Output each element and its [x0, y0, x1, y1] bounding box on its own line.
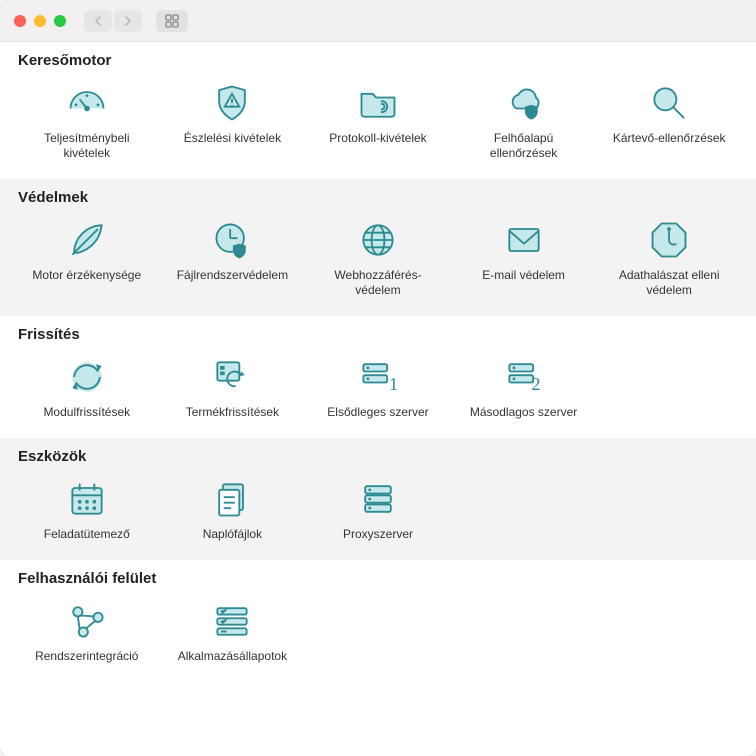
items-grid: Teljesítménybeli kivételek Észlelési kivé…	[18, 75, 738, 165]
close-button[interactable]	[14, 15, 26, 27]
phishing-icon	[641, 216, 697, 264]
module-update-icon	[59, 353, 115, 401]
item-phishing[interactable]: Adathalászat elleni védelem	[600, 212, 738, 302]
item-globe[interactable]: Webhozzáférés-védelem	[309, 212, 447, 302]
mail-icon	[496, 216, 552, 264]
section-title: Felhasználói felület	[18, 570, 738, 587]
item-label: Proxyszerver	[343, 527, 413, 542]
item-logs[interactable]: Naplófájlok	[164, 471, 302, 546]
item-label: Felhőalapú ellenőrzések	[459, 131, 589, 161]
section-frissites: Frissítés Modulfrissítések Termékfrissítés…	[0, 316, 756, 438]
maximize-button[interactable]	[54, 15, 66, 27]
cloud-shield-icon	[496, 79, 552, 127]
item-module-update[interactable]: Modulfrissítések	[18, 349, 156, 424]
items-grid: Motor érzékenysége Fájlrendszervédelem Web…	[18, 212, 738, 302]
section-title: Védelmek	[18, 189, 738, 206]
item-label: Teljesítménybeli kivételek	[22, 131, 152, 161]
shield-warn-icon	[204, 79, 260, 127]
item-label: Feladatütemező	[44, 527, 130, 542]
item-mail[interactable]: E-mail védelem	[455, 212, 593, 302]
section-title: Frissítés	[18, 326, 738, 343]
item-server2[interactable]: Másodlagos szerver	[455, 349, 593, 424]
item-label: E-mail védelem	[482, 268, 565, 283]
titlebar	[0, 0, 756, 42]
section-title: Eszközök	[18, 448, 738, 465]
item-label: Kártevő-ellenőrzések	[613, 131, 726, 146]
item-label: Termékfrissítések	[186, 405, 279, 420]
item-server1[interactable]: Elsődleges szerver	[309, 349, 447, 424]
magnify-icon	[641, 79, 697, 127]
item-app-status[interactable]: Alkalmazásállapotok	[164, 593, 302, 668]
folder-wave-icon	[350, 79, 406, 127]
feather-icon	[59, 216, 115, 264]
item-label: Modulfrissítések	[43, 405, 130, 420]
item-label: Adathalászat elleni védelem	[604, 268, 734, 298]
section-vedelmek: Védelmek Motor érzékenysége Fájlrendszervé…	[0, 179, 756, 316]
section-title: Keresőmotor	[18, 52, 738, 69]
item-label: Webhozzáférés-védelem	[313, 268, 443, 298]
item-label: Protokoll-kivételek	[329, 131, 426, 146]
gauge-icon	[59, 79, 115, 127]
item-label: Alkalmazásállapotok	[178, 649, 287, 664]
item-shield-warn[interactable]: Észlelési kivételek	[164, 75, 302, 165]
nav-buttons	[84, 10, 142, 32]
grid-view-button[interactable]	[156, 10, 188, 32]
item-cloud-shield[interactable]: Felhőalapú ellenőrzések	[455, 75, 593, 165]
minimize-button[interactable]	[34, 15, 46, 27]
items-grid: Modulfrissítések Termékfrissítések Elsődle…	[18, 349, 738, 424]
forward-button[interactable]	[114, 10, 142, 32]
back-button[interactable]	[84, 10, 112, 32]
traffic-lights	[14, 15, 66, 27]
calendar-icon	[59, 475, 115, 523]
item-gauge[interactable]: Teljesítménybeli kivételek	[18, 75, 156, 165]
item-label: Elsődleges szerver	[327, 405, 428, 420]
integration-icon	[59, 597, 115, 645]
item-proxy[interactable]: Proxyszerver	[309, 471, 447, 546]
item-label: Motor érzékenysége	[32, 268, 141, 283]
item-magnify[interactable]: Kártevő-ellenőrzések	[600, 75, 738, 165]
preferences-window: Keresőmotor Teljesítménybeli kivételek Ész…	[0, 0, 756, 756]
item-label: Fájlrendszervédelem	[177, 268, 288, 283]
clock-shield-icon	[204, 216, 260, 264]
proxy-icon	[350, 475, 406, 523]
server1-icon	[350, 353, 406, 401]
item-label: Észlelési kivételek	[184, 131, 281, 146]
item-product-update[interactable]: Termékfrissítések	[164, 349, 302, 424]
section-felhasznaloi-felulet: Felhasználói felület Rendszerintegráció Al…	[0, 560, 756, 682]
item-label: Rendszerintegráció	[35, 649, 138, 664]
content-area: Keresőmotor Teljesítménybeli kivételek Ész…	[0, 42, 756, 756]
item-feather[interactable]: Motor érzékenysége	[18, 212, 156, 302]
items-grid: Feladatütemező Naplófájlok Proxyszerver	[18, 471, 738, 546]
item-calendar[interactable]: Feladatütemező	[18, 471, 156, 546]
app-status-icon	[204, 597, 260, 645]
item-folder-wave[interactable]: Protokoll-kivételek	[309, 75, 447, 165]
logs-icon	[204, 475, 260, 523]
server2-icon	[496, 353, 552, 401]
items-grid: Rendszerintegráció Alkalmazásállapotok	[18, 593, 738, 668]
section-eszkozok: Eszközök Feladatütemező Naplófájlok Proxysz…	[0, 438, 756, 560]
item-label: Naplófájlok	[203, 527, 262, 542]
product-update-icon	[204, 353, 260, 401]
item-label: Másodlagos szerver	[470, 405, 577, 420]
item-integration[interactable]: Rendszerintegráció	[18, 593, 156, 668]
section-keresomotor: Keresőmotor Teljesítménybeli kivételek Ész…	[0, 42, 756, 179]
item-clock-shield[interactable]: Fájlrendszervédelem	[164, 212, 302, 302]
globe-icon	[350, 216, 406, 264]
